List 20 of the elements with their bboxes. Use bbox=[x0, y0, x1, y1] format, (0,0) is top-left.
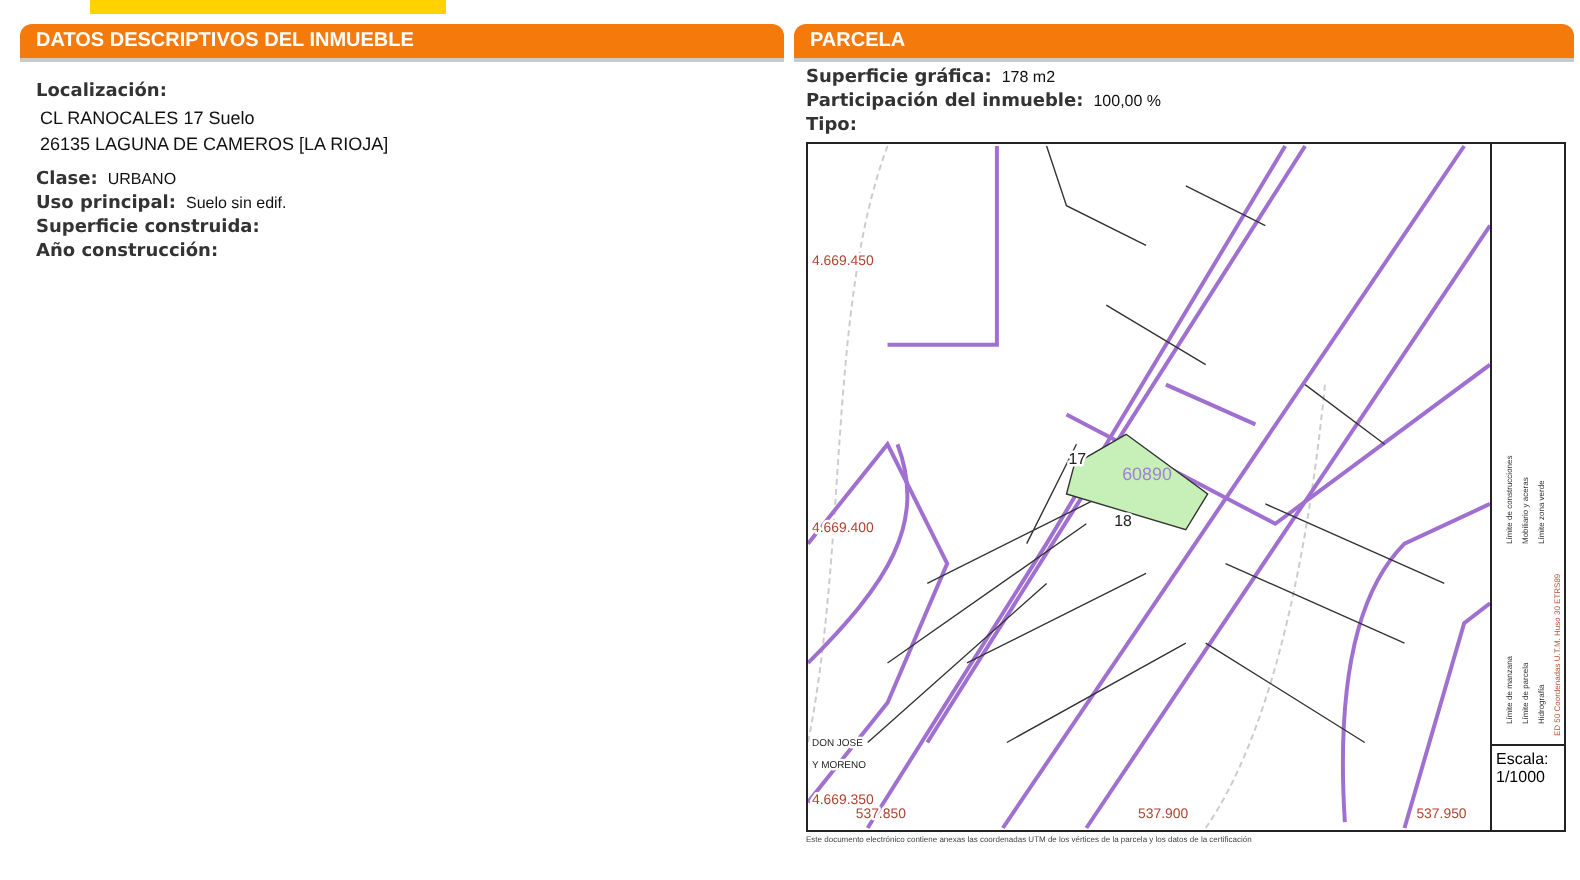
field-value: URBANO bbox=[107, 170, 177, 188]
section-header: DATOS DESCRIPTIVOS DEL INMUEBLE bbox=[20, 24, 784, 62]
field-label: Año construcción: bbox=[36, 242, 219, 262]
field-label: Uso principal: bbox=[36, 194, 176, 214]
scale-value: 1/1000 bbox=[1496, 768, 1547, 786]
parcel-number: 18 bbox=[1114, 511, 1132, 530]
field-value: 178 m2 bbox=[1001, 68, 1056, 86]
section-header: PARCELA bbox=[794, 24, 1574, 62]
scale-label: Escala: bbox=[1496, 750, 1551, 768]
field-label: Superficie gráfica: bbox=[806, 68, 992, 88]
field-label: Tipo: bbox=[806, 116, 857, 136]
field-label: Clase: bbox=[36, 170, 98, 190]
parcel-code: 60890 bbox=[1122, 464, 1172, 485]
address-line: CL RANOCALES 17 Suelo bbox=[38, 108, 257, 128]
field-value: Suelo sin edif. bbox=[185, 194, 287, 212]
field-value: 100,00 % bbox=[1093, 92, 1162, 110]
field-label: Participación del inmueble: bbox=[806, 92, 1084, 112]
address-line: 26135 LAGUNA DE CAMEROS [LA RIOJA] bbox=[38, 134, 391, 154]
field-label: Localización: bbox=[36, 82, 169, 102]
field-label: Superficie construida: bbox=[36, 218, 260, 238]
